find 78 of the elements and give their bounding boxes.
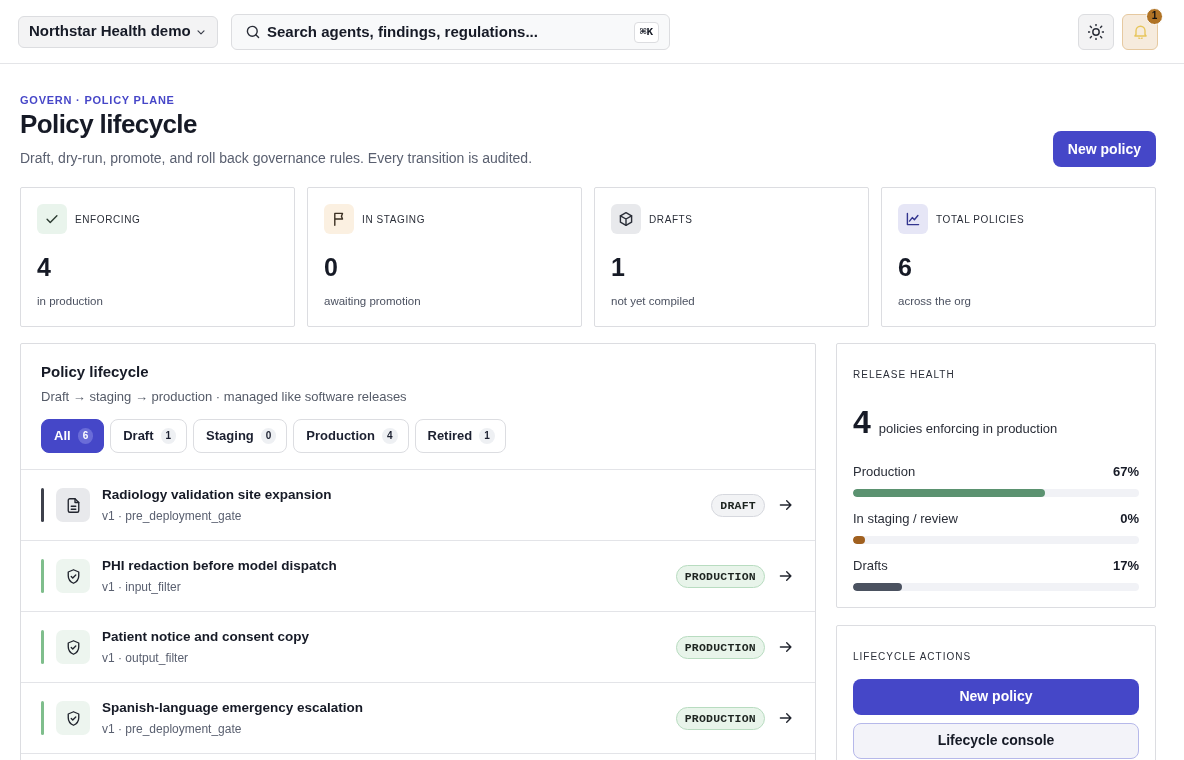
- count-badge: 6: [77, 428, 94, 444]
- stage-badge: PRODUCTION: [675, 564, 765, 588]
- stage-badge: PRODUCTION: [675, 635, 765, 659]
- breadcrumb-text: GOVERN · POLICY PLANE: [20, 93, 176, 107]
- sun-icon: [1088, 23, 1104, 40]
- page-title: Policy lifecycle: [20, 108, 198, 141]
- stat-value: 6: [898, 253, 913, 281]
- bar-label: Production: [853, 463, 916, 480]
- stat-label: ENFORCING: [75, 212, 141, 227]
- bar-label: In staging / review: [853, 510, 958, 527]
- document-icon: [56, 488, 90, 522]
- shield-check-icon: [56, 630, 90, 664]
- notification-count: 1: [1146, 7, 1163, 25]
- policy-row[interactable]: PHI redaction before model dispatch v1 · input_filter PRODUCTION: [21, 541, 815, 612]
- theme-toggle-button[interactable]: [1078, 13, 1114, 50]
- count-badge: 1: [160, 428, 177, 444]
- status-stripe: [41, 701, 44, 735]
- enforcing-count: 4: [853, 406, 871, 438]
- policy-name: Patient notice and consent copy: [102, 628, 311, 646]
- new-policy-button[interactable]: New policy: [1052, 131, 1156, 167]
- flag-icon: [324, 204, 354, 234]
- stat-caption: across the org: [898, 294, 972, 308]
- line-chart-icon: [898, 204, 928, 234]
- lifecycle-console-button[interactable]: Lifecycle console: [853, 722, 1139, 759]
- stat-label: TOTAL POLICIES: [936, 212, 1025, 227]
- filter-tab[interactable]: All 6: [41, 419, 105, 453]
- stat-value: 4: [37, 253, 52, 281]
- search-icon: [246, 24, 260, 39]
- stage-badge: PRODUCTION: [675, 706, 765, 730]
- policy-row[interactable]: Spanish-language emergency escalation v1 · pre_deployment_gate PRODUCTION: [21, 683, 815, 754]
- status-stripe: [41, 559, 44, 593]
- policy-name: Radiology validation site expansion: [102, 486, 333, 504]
- policy-meta: v1 · output_filter: [102, 650, 190, 666]
- arrow-right-icon[interactable]: [779, 498, 793, 512]
- count-badge: 1: [479, 428, 495, 444]
- filter-tab[interactable]: Retired 1: [414, 419, 506, 453]
- policy-name: PHI redaction before model dispatch: [102, 557, 338, 575]
- panel-subtitle: Draft → staging → production · managed like software releases: [41, 388, 408, 406]
- filter-tab[interactable]: Draft 1: [110, 419, 188, 453]
- policy-row[interactable]: Patient notice and consent copy v1 · output_filter PRODUCTION: [21, 612, 815, 683]
- arrow-right-icon[interactable]: [779, 640, 793, 654]
- status-stripe: [41, 630, 44, 664]
- arrow-right-icon[interactable]: [779, 711, 793, 725]
- count-badge: 4: [381, 428, 398, 444]
- cube-icon: [611, 204, 641, 234]
- bar-label: Drafts: [853, 557, 888, 574]
- policy-meta: v1 · pre_deployment_gate: [102, 721, 243, 737]
- panel-caption: LIFECYCLE ACTIONS: [853, 651, 973, 662]
- panel-title: Policy lifecycle: [41, 362, 150, 382]
- stat-value: 0: [324, 253, 339, 281]
- bar-percent: 0%: [1120, 510, 1139, 527]
- stat-label: DRAFTS: [649, 212, 693, 227]
- shield-check-icon: [56, 559, 90, 593]
- page-subtitle: Draft, dry-run, promote, and roll back governance rules. Every transition is audited.: [20, 149, 533, 167]
- shield-check-icon: [56, 701, 90, 735]
- bar-percent: 17%: [1112, 557, 1139, 574]
- filter-tab[interactable]: Staging 0: [193, 419, 288, 453]
- policy-name: Spanish-language emergency escalation: [102, 699, 365, 717]
- stage-badge: DRAFT: [711, 493, 765, 517]
- new-policy-button[interactable]: New policy: [853, 678, 1139, 715]
- filter-tab[interactable]: Production 4: [293, 419, 409, 453]
- bell-icon: [1132, 24, 1148, 39]
- policy-meta: v1 · input_filter: [102, 579, 182, 595]
- status-stripe: [41, 488, 44, 522]
- arrow-right-icon[interactable]: [779, 569, 793, 583]
- stat-value: 1: [611, 253, 626, 281]
- stat-caption: in production: [37, 294, 104, 308]
- policy-row[interactable]: Radiology validation site expansion v1 · pre_deployment_gate DRAFT: [21, 470, 815, 541]
- panel-caption: RELEASE HEALTH: [853, 370, 956, 380]
- enforcing-caption: policies enforcing in production: [878, 420, 1058, 438]
- count-badge: 0: [260, 428, 277, 444]
- stat-caption: not yet compiled: [611, 294, 696, 308]
- policy-meta: v1 · pre_deployment_gate: [102, 508, 243, 524]
- stat-label: IN STAGING: [362, 212, 426, 227]
- stat-caption: awaiting promotion: [324, 294, 422, 308]
- bar-percent: 67%: [1112, 463, 1139, 480]
- workspace-dropdown[interactable]: Northstar Health demo: [18, 15, 218, 48]
- check-icon: [37, 204, 67, 234]
